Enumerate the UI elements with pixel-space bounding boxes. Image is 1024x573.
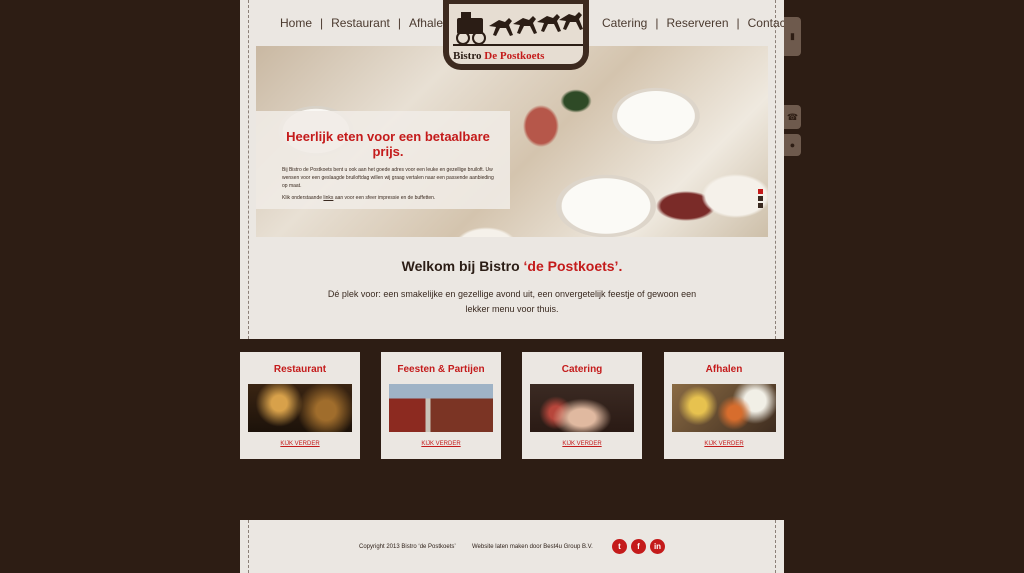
nav-separator: | bbox=[736, 16, 740, 30]
slider-pagination bbox=[758, 189, 763, 208]
card-link-afhalen[interactable]: KIJK VERDER bbox=[704, 441, 743, 447]
logo-badge: Bistro De Postkoets bbox=[449, 4, 583, 64]
hero-slider[interactable]: Heerlijk eten voor een betaalbare prijs.… bbox=[256, 46, 768, 237]
nav-separator: | bbox=[320, 16, 324, 30]
card-title: Catering bbox=[561, 364, 603, 375]
card-title: Restaurant bbox=[273, 364, 327, 375]
side-tab-phone[interactable]: ☎ bbox=[784, 105, 801, 129]
card-link-catering[interactable]: KIJK VERDER bbox=[562, 441, 601, 447]
main-nav-left: Home | Restaurant | Afhalen bbox=[280, 16, 450, 30]
dashed-border-right bbox=[775, 0, 776, 339]
logo-text: Bistro De Postkoets bbox=[453, 50, 544, 62]
welcome-title-highlight: ‘de Postkoets’. bbox=[523, 258, 623, 274]
slide-paragraph-links: Klik onderstaande links aan voor een sfe… bbox=[282, 194, 494, 202]
footer-credit[interactable]: Website laten maken door Best4u Group B.… bbox=[472, 544, 593, 550]
phone-icon: ☎ bbox=[786, 111, 799, 122]
globe-icon: ● bbox=[789, 140, 796, 150]
welcome-text: Dé plek voor: een smakelijke en gezellig… bbox=[327, 289, 697, 314]
card-link-feesten[interactable]: KIJK VERDER bbox=[421, 441, 460, 447]
nav-catering[interactable]: Catering bbox=[602, 16, 647, 30]
nav-restaurant[interactable]: Restaurant bbox=[331, 16, 390, 30]
card-title: Afhalen bbox=[705, 364, 743, 375]
card-title: Feesten & Partijen bbox=[397, 364, 485, 375]
card-catering: Catering KIJK VERDER bbox=[522, 352, 642, 459]
card-restaurant: Restaurant KIJK VERDER bbox=[240, 352, 360, 459]
main-nav-right: Catering | Reserveren | Contact bbox=[602, 16, 789, 30]
card-image-catering[interactable] bbox=[530, 384, 634, 432]
facebook-icon[interactable]: f bbox=[631, 539, 646, 554]
slider-dot-2[interactable] bbox=[758, 196, 763, 201]
footer-copyright: Copyright 2013 Bistro ‘de Postkoets’ bbox=[359, 544, 456, 550]
dashed-border-right bbox=[775, 520, 776, 573]
card-feesten-partijen: Feesten & Partijen KIJK VERDER bbox=[381, 352, 501, 459]
slide-paragraph: Bij Bistro de Postkoets bent u ook aan h… bbox=[282, 167, 494, 189]
twitter-icon[interactable]: t bbox=[612, 539, 627, 554]
card-afhalen: Afhalen KIJK VERDER bbox=[664, 352, 784, 459]
main-panel: Home | Restaurant | Afhalen Bistro De Po… bbox=[240, 0, 789, 339]
slide-text-after: aan voor een sfeer impressie en de buffe… bbox=[334, 195, 436, 201]
social-links: t f in bbox=[612, 539, 665, 554]
nav-separator: | bbox=[397, 16, 401, 30]
card-image-restaurant[interactable] bbox=[248, 384, 352, 432]
welcome-title: Welkom bij Bistro ‘de Postkoets’. bbox=[240, 258, 784, 274]
slide-caption: Heerlijk eten voor een betaalbare prijs.… bbox=[256, 111, 510, 209]
nav-separator: | bbox=[655, 16, 659, 30]
slide-title: Heerlijk eten voor een betaalbare prijs. bbox=[286, 129, 490, 159]
site-footer: Copyright 2013 Bistro ‘de Postkoets’ Web… bbox=[240, 520, 784, 573]
slider-dot-3[interactable] bbox=[758, 203, 763, 208]
logo-text-prefix: Bistro bbox=[453, 50, 482, 62]
slider-dot-1[interactable] bbox=[758, 189, 763, 194]
linkedin-icon[interactable]: in bbox=[650, 539, 665, 554]
site-logo[interactable]: Bistro De Postkoets bbox=[443, 0, 589, 70]
logo-text-highlight: De Postkoets bbox=[484, 50, 545, 62]
slide-links-link[interactable]: links bbox=[323, 195, 333, 201]
slide-text-before: Klik onderstaande bbox=[282, 195, 323, 201]
stagecoach-icon bbox=[453, 12, 583, 46]
card-link-restaurant[interactable]: KIJK VERDER bbox=[280, 441, 319, 447]
side-tab-stats[interactable]: ▮ bbox=[784, 17, 801, 56]
nav-reserveren[interactable]: Reserveren bbox=[666, 16, 728, 30]
side-tab-globe[interactable]: ● bbox=[784, 134, 801, 156]
dashed-border-left bbox=[248, 0, 249, 339]
nav-home[interactable]: Home bbox=[280, 16, 312, 30]
welcome-title-prefix: Welkom bij Bistro bbox=[401, 258, 520, 274]
card-image-feesten[interactable] bbox=[389, 384, 493, 432]
nav-contact[interactable]: Contact bbox=[748, 16, 789, 30]
dashed-border-left bbox=[248, 520, 249, 573]
bar-chart-icon: ▮ bbox=[790, 31, 795, 41]
card-image-afhalen[interactable] bbox=[672, 384, 776, 432]
